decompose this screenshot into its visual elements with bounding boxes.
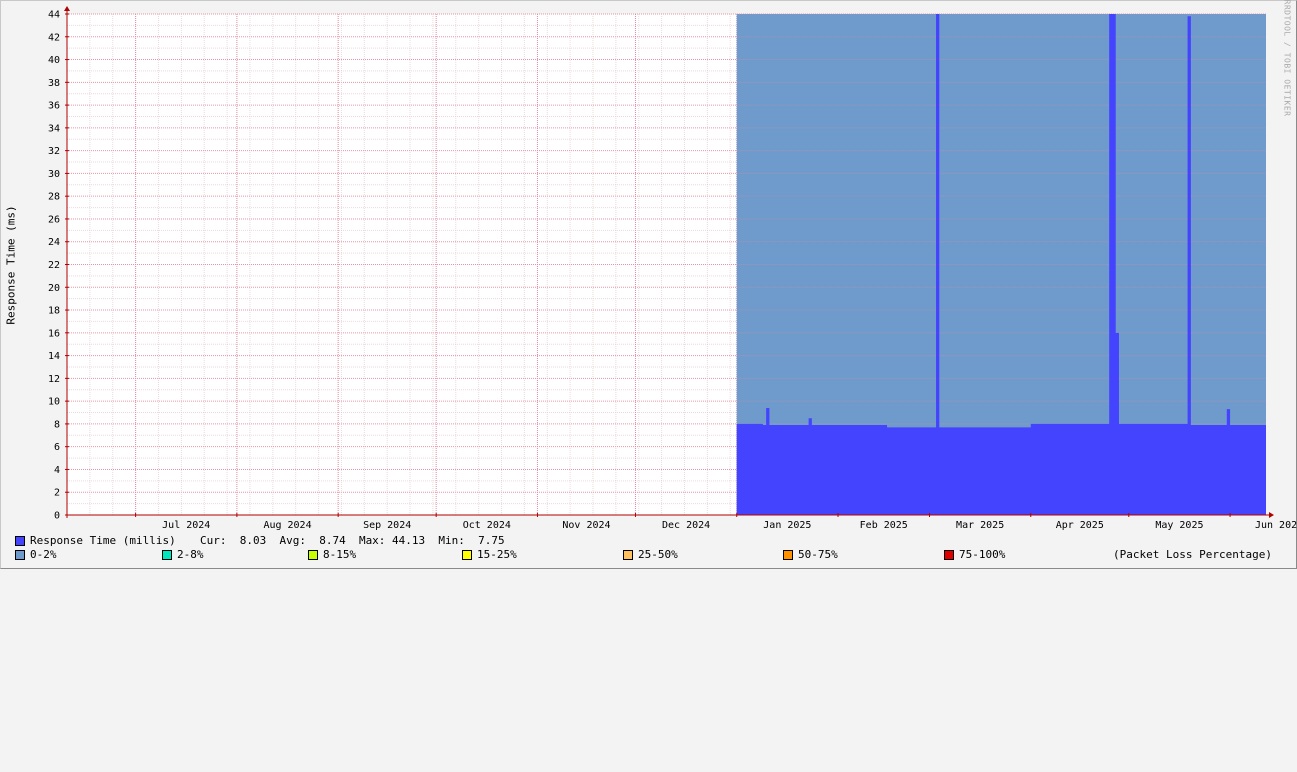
legend-swatch-loss-50-75 bbox=[783, 550, 793, 560]
y-tick-label: 34 bbox=[48, 123, 60, 134]
y-tick-label: 40 bbox=[48, 55, 60, 66]
y-tick-label: 14 bbox=[48, 351, 60, 362]
x-tick-label: May 2025 bbox=[1155, 520, 1203, 531]
legend-swatch-loss-0-2 bbox=[15, 550, 25, 560]
y-tick-label: 28 bbox=[48, 192, 60, 203]
legend-swatch-loss-15-25 bbox=[462, 550, 472, 560]
legend-swatch-response-time bbox=[15, 536, 25, 546]
legend-swatch-loss-2-8 bbox=[162, 550, 172, 560]
legend-loss-label: 75-100% bbox=[959, 548, 1006, 561]
y-tick-label: 38 bbox=[48, 78, 60, 89]
y-tick-label: 18 bbox=[48, 306, 60, 317]
x-tick-label: Jul 2024 bbox=[162, 520, 210, 531]
y-tick-label: 24 bbox=[48, 237, 60, 248]
legend-loss-label: 0-2% bbox=[30, 548, 57, 561]
y-tick-label: 10 bbox=[48, 397, 60, 408]
legend-loss-label: 8-15% bbox=[323, 548, 357, 561]
y-tick-label: 44 bbox=[48, 10, 60, 21]
legend-swatch-loss-75-100 bbox=[944, 550, 954, 560]
x-tick-label: Apr 2025 bbox=[1056, 520, 1104, 531]
y-tick-label: 4 bbox=[54, 465, 60, 476]
y-tick-label: 22 bbox=[48, 260, 60, 271]
y-tick-label: 26 bbox=[48, 214, 60, 225]
y-tick-label: 42 bbox=[48, 32, 60, 43]
legend-swatch-loss-8-15 bbox=[308, 550, 318, 560]
x-axis-arrow bbox=[1269, 512, 1274, 518]
y-tick-label: 12 bbox=[48, 374, 60, 385]
legend-swatch-loss-25-50 bbox=[623, 550, 633, 560]
legend-loss-label: 25-50% bbox=[638, 548, 678, 561]
x-tick-label: Aug 2024 bbox=[263, 520, 311, 531]
x-tick-label: Nov 2024 bbox=[562, 520, 610, 531]
legend-series-row: Response Time (millis) Cur: 8.03 Avg: 8.… bbox=[15, 534, 1297, 548]
y-tick-labels: 0246810121416182022242628303234363840424… bbox=[48, 10, 60, 522]
legend-stats: Cur: 8.03 Avg: 8.74 Max: 44.13 Min: 7.75 bbox=[200, 534, 505, 547]
x-tick-label: Sep 2024 bbox=[363, 520, 411, 531]
legend-series-label: Response Time (millis) bbox=[30, 534, 176, 547]
y-tick-label: 32 bbox=[48, 146, 60, 157]
x-tick-label: Mar 2025 bbox=[956, 520, 1004, 531]
x-tick-label: Jun 2025 bbox=[1255, 520, 1297, 531]
response-time-chart: 0246810121416182022242628303234363840424… bbox=[48, 6, 1297, 531]
x-tick-label: Dec 2024 bbox=[662, 520, 710, 531]
legend-loss-caption: (Packet Loss Percentage) bbox=[1113, 548, 1272, 561]
legend-loss-label: 2-8% bbox=[177, 548, 204, 561]
y-tick-label: 16 bbox=[48, 328, 60, 339]
y-tick-label: 36 bbox=[48, 101, 60, 112]
x-tick-label: Jan 2025 bbox=[763, 520, 811, 531]
y-axis-arrow bbox=[64, 6, 70, 11]
x-tick-label: Feb 2025 bbox=[860, 520, 908, 531]
legend-loss-row: 0-2% 2-8% 8-15% 15-25% 25-50% 50-75% 75-… bbox=[15, 548, 1297, 562]
y-tick-label: 20 bbox=[48, 283, 60, 294]
y-axis-label: Response Time (ms) bbox=[4, 205, 18, 325]
y-tick-label: 2 bbox=[54, 488, 60, 499]
y-tick-label: 8 bbox=[54, 419, 60, 430]
y-tick-label: 30 bbox=[48, 169, 60, 180]
legend-loss-label: 15-25% bbox=[477, 548, 517, 561]
legend-loss-label: 50-75% bbox=[798, 548, 838, 561]
y-tick-label: 0 bbox=[54, 511, 60, 522]
x-tick-labels: Jul 2024 Aug 2024 Sep 2024 Oct 2024 Nov 2024… bbox=[162, 520, 1297, 531]
y-tick-label: 6 bbox=[54, 442, 60, 453]
x-tick-label: Oct 2024 bbox=[463, 520, 511, 531]
watermark: RRDTOOL / TOBI OETIKER bbox=[1282, 0, 1292, 117]
